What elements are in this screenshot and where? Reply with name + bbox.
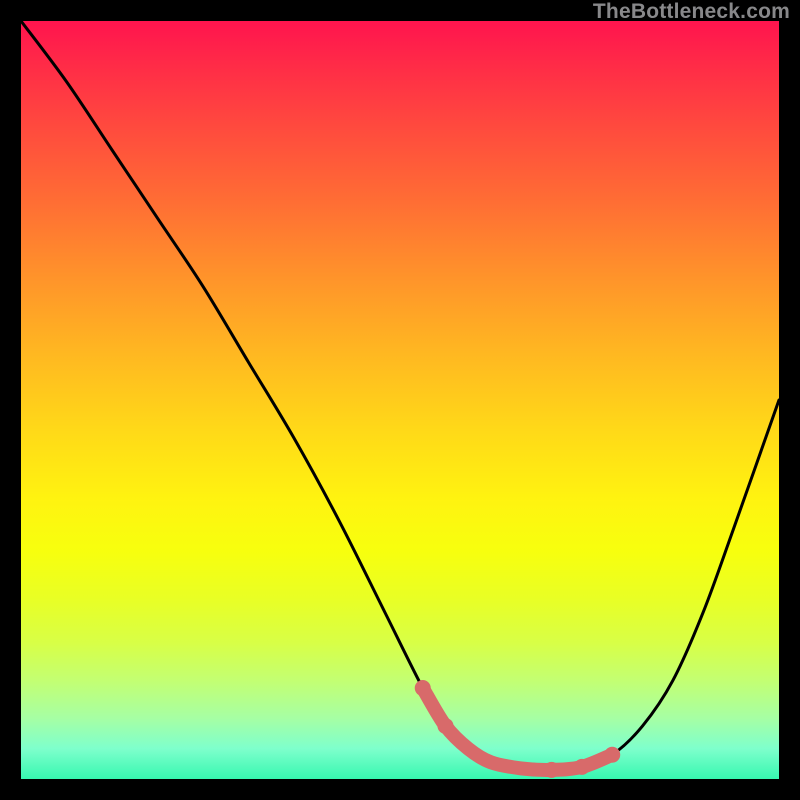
- watermark-text: TheBottleneck.com: [593, 0, 790, 24]
- curve-marker: [604, 747, 620, 763]
- chart-stage: TheBottleneck.com: [0, 0, 800, 800]
- curve-marker: [415, 680, 431, 696]
- plot-area: [21, 21, 779, 779]
- curve-marker: [544, 762, 560, 778]
- curve-path: [21, 21, 779, 770]
- curve-marker: [574, 759, 590, 775]
- curve-marker: [437, 718, 453, 734]
- bottleneck-curve: [21, 21, 779, 779]
